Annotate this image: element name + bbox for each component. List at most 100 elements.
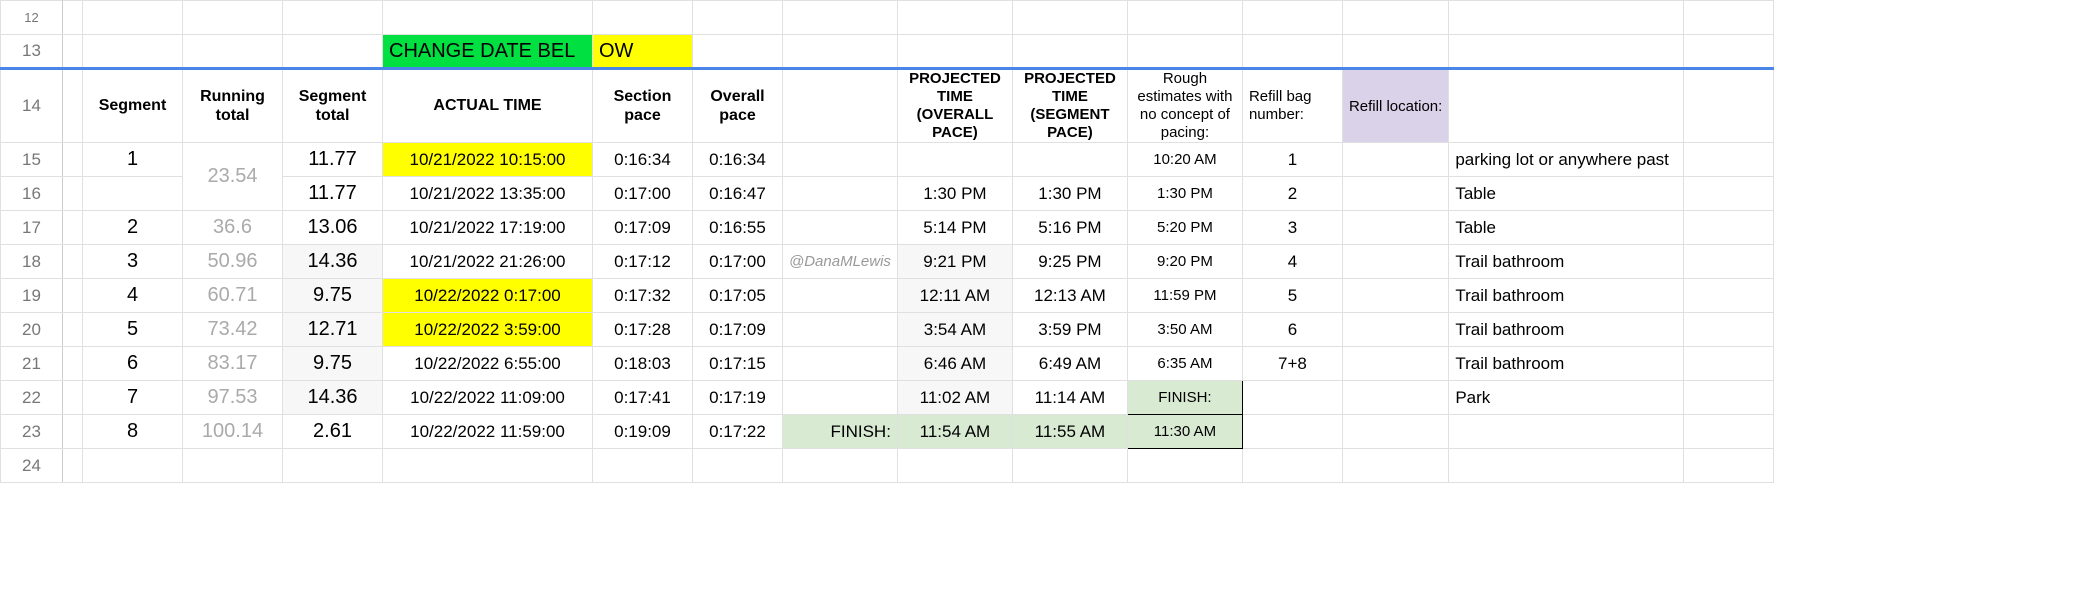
cell-note[interactable] — [783, 279, 898, 313]
banner-cell-left[interactable]: CHANGE DATE BEL — [383, 35, 593, 69]
cell-refill-location[interactable] — [1449, 415, 1684, 449]
cell-running-total[interactable]: 83.17 — [183, 347, 283, 381]
cell-note[interactable] — [783, 211, 898, 245]
cell-overall-pace[interactable]: 0:17:09 — [693, 313, 783, 347]
cell-running-total[interactable]: 23.54 — [183, 143, 283, 211]
cell-segment-total[interactable]: 14.36 — [283, 381, 383, 415]
cell-segment[interactable]: 7 — [83, 381, 183, 415]
row-header[interactable]: 22 — [1, 381, 63, 415]
cell-refill-location[interactable]: Trail bathroom — [1449, 245, 1684, 279]
cell-rough-estimate[interactable]: 11:59 PM — [1127, 279, 1242, 313]
cell-proj-segment[interactable]: 11:55 AM — [1012, 415, 1127, 449]
cell-segment-total[interactable]: 14.36 — [283, 245, 383, 279]
cell-section-pace[interactable]: 0:17:09 — [593, 211, 693, 245]
row-header[interactable]: 19 — [1, 279, 63, 313]
cell-actual-time[interactable]: 10/22/2022 11:59:00 — [383, 415, 593, 449]
cell-segment[interactable]: 2 — [83, 211, 183, 245]
cell-actual-time[interactable]: 10/21/2022 17:19:00 — [383, 211, 593, 245]
cell-segment[interactable]: 5 — [83, 313, 183, 347]
cell-actual-time[interactable]: 10/22/2022 6:55:00 — [383, 347, 593, 381]
cell-segment-total[interactable]: 11.77 — [283, 143, 383, 177]
cell-actual-time[interactable]: 10/21/2022 21:26:00 — [383, 245, 593, 279]
cell-note[interactable] — [783, 313, 898, 347]
cell-section-pace[interactable]: 0:18:03 — [593, 347, 693, 381]
cell-proj-segment[interactable]: 12:13 AM — [1012, 279, 1127, 313]
row-header[interactable]: 17 — [1, 211, 63, 245]
cell-segment-total[interactable]: 9.75 — [283, 279, 383, 313]
col-header-overall-pace[interactable]: Overall pace — [693, 69, 783, 143]
cell-proj-overall[interactable]: 11:02 AM — [897, 381, 1012, 415]
cell-refill-bag[interactable]: 2 — [1242, 177, 1342, 211]
cell-refill-location[interactable]: parking lot or anywhere past — [1449, 143, 1684, 177]
cell-proj-overall[interactable]: 12:11 AM — [897, 279, 1012, 313]
cell-section-pace[interactable]: 0:19:09 — [593, 415, 693, 449]
cell-actual-time[interactable]: 10/21/2022 10:15:00 — [383, 143, 593, 177]
cell-overall-pace[interactable]: 0:17:19 — [693, 381, 783, 415]
cell-note[interactable] — [783, 381, 898, 415]
cell-refill-bag[interactable] — [1242, 415, 1342, 449]
cell-proj-segment[interactable]: 1:30 PM — [1012, 177, 1127, 211]
cell-segment-total[interactable]: 13.06 — [283, 211, 383, 245]
cell-segment[interactable] — [83, 177, 183, 211]
col-header-proj-overall[interactable]: PROJECTED TIME (OVERALL PACE) — [897, 69, 1012, 143]
col-header-proj-segment[interactable]: PROJECTED TIME (SEGMENT PACE) — [1012, 69, 1127, 143]
banner-cell-right[interactable]: OW — [593, 35, 693, 69]
cell-segment[interactable]: 1 — [83, 143, 183, 177]
cell-segment-total[interactable]: 11.77 — [283, 177, 383, 211]
cell-refill-bag[interactable]: 1 — [1242, 143, 1342, 177]
cell-section-pace[interactable]: 0:17:41 — [593, 381, 693, 415]
row-header[interactable]: 12 — [1, 1, 63, 35]
cell-proj-segment[interactable]: 9:25 PM — [1012, 245, 1127, 279]
cell-refill-bag[interactable]: 5 — [1242, 279, 1342, 313]
col-header-section-pace[interactable]: Section pace — [593, 69, 693, 143]
cell-note[interactable]: @DanaMLewis — [783, 245, 898, 279]
cell-actual-time[interactable]: 10/22/2022 11:09:00 — [383, 381, 593, 415]
cell-running-total[interactable]: 100.14 — [183, 415, 283, 449]
cell-proj-overall[interactable]: 9:21 PM — [897, 245, 1012, 279]
cell-refill-bag[interactable]: 7+8 — [1242, 347, 1342, 381]
col-header-refill-bag[interactable]: Refill bag number: — [1242, 69, 1342, 143]
col-header-segment-total[interactable]: Segment total — [283, 69, 383, 143]
cell-refill-location[interactable]: Trail bathroom — [1449, 313, 1684, 347]
cell-proj-segment[interactable]: 11:14 AM — [1012, 381, 1127, 415]
cell-segment-total[interactable]: 2.61 — [283, 415, 383, 449]
row-header[interactable]: 18 — [1, 245, 63, 279]
col-header-rough[interactable]: Rough estimates with no concept of pacin… — [1127, 69, 1242, 143]
cell-rough-estimate[interactable]: 5:20 PM — [1127, 211, 1242, 245]
cell-refill-location[interactable]: Table — [1449, 177, 1684, 211]
cell-proj-segment[interactable]: 3:59 PM — [1012, 313, 1127, 347]
cell-proj-overall[interactable]: 3:54 AM — [897, 313, 1012, 347]
row-header[interactable]: 21 — [1, 347, 63, 381]
cell-rough-estimate[interactable]: 9:20 PM — [1127, 245, 1242, 279]
cell-overall-pace[interactable]: 0:17:15 — [693, 347, 783, 381]
cell-proj-segment[interactable] — [1012, 143, 1127, 177]
cell-refill-bag[interactable]: 6 — [1242, 313, 1342, 347]
cell-section-pace[interactable]: 0:17:28 — [593, 313, 693, 347]
cell-overall-pace[interactable]: 0:17:05 — [693, 279, 783, 313]
cell-running-total[interactable]: 60.71 — [183, 279, 283, 313]
cell-rough-estimate[interactable]: 6:35 AM — [1127, 347, 1242, 381]
row-header[interactable]: 15 — [1, 143, 63, 177]
cell-rough-estimate[interactable]: FINISH: — [1127, 381, 1242, 415]
cell-rough-estimate[interactable]: 3:50 AM — [1127, 313, 1242, 347]
cell-proj-segment[interactable]: 5:16 PM — [1012, 211, 1127, 245]
cell-actual-time[interactable]: 10/22/2022 3:59:00 — [383, 313, 593, 347]
cell-segment-total[interactable]: 12.71 — [283, 313, 383, 347]
spreadsheet-table[interactable]: 12 13 CHANGE DATE BEL OW 14 Segment Runn… — [0, 0, 1774, 483]
cell-overall-pace[interactable]: 0:16:34 — [693, 143, 783, 177]
cell-proj-overall[interactable]: 5:14 PM — [897, 211, 1012, 245]
cell-refill-bag[interactable]: 4 — [1242, 245, 1342, 279]
row-header[interactable]: 14 — [1, 69, 63, 143]
cell-refill-location[interactable]: Table — [1449, 211, 1684, 245]
cell-segment[interactable]: 3 — [83, 245, 183, 279]
cell-section-pace[interactable]: 0:17:00 — [593, 177, 693, 211]
cell-refill-location[interactable]: Trail bathroom — [1449, 347, 1684, 381]
cell-refill-bag[interactable]: 3 — [1242, 211, 1342, 245]
cell-rough-estimate[interactable]: 11:30 AM — [1127, 415, 1242, 449]
row-header[interactable]: 24 — [1, 449, 63, 483]
cell-proj-overall[interactable]: 1:30 PM — [897, 177, 1012, 211]
col-header-segment[interactable]: Segment — [83, 69, 183, 143]
cell-note[interactable] — [783, 347, 898, 381]
cell-segment[interactable]: 6 — [83, 347, 183, 381]
cell-rough-estimate[interactable]: 1:30 PM — [1127, 177, 1242, 211]
